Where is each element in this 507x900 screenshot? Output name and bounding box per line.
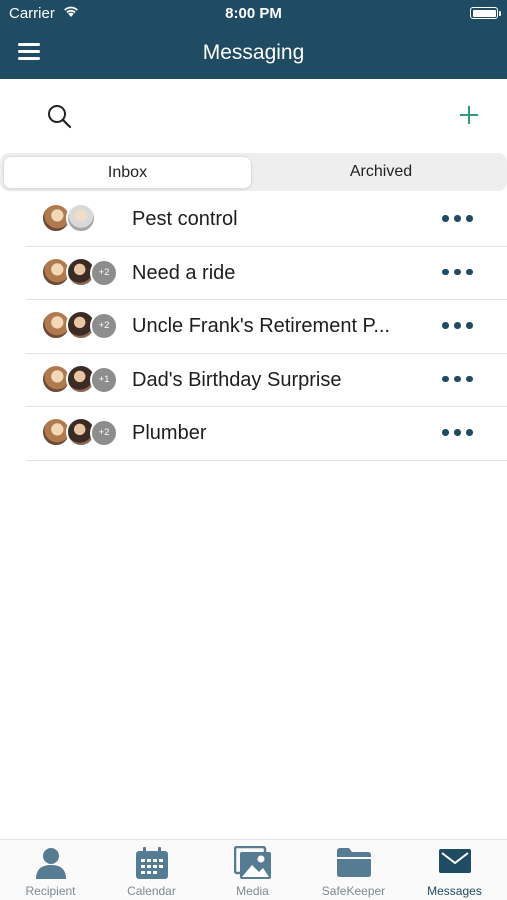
add-conversation-icon[interactable] (458, 104, 480, 126)
tab-label: Recipient (25, 884, 76, 898)
status-time: 8:00 PM (225, 5, 282, 22)
tab-media[interactable]: Media (202, 840, 303, 900)
more-options-icon[interactable] (440, 373, 474, 385)
bottom-tab-bar: Recipient Calendar Media SafeKeeper Mess… (0, 839, 507, 900)
battery-icon (470, 7, 498, 19)
extra-participants-badge: +2 (90, 258, 118, 287)
conversation-title: Pest control (132, 208, 238, 230)
conversation-list: Pest control +2 Need a ride +2 Uncle Fra… (0, 193, 507, 461)
search-icon[interactable] (46, 103, 72, 129)
app-header: Carrier 8:00 PM Messaging (0, 0, 507, 79)
tab-recipient[interactable]: Recipient (0, 840, 101, 900)
tab-label: Calendar (127, 884, 176, 898)
conversation-title: Need a ride (132, 261, 236, 284)
more-options-icon[interactable] (440, 426, 474, 438)
tab-calendar[interactable]: Calendar (101, 840, 202, 900)
battery-cap (499, 11, 501, 16)
envelope-icon (438, 849, 471, 873)
inbox-archived-segmented-control: Inbox Archived (0, 153, 507, 191)
folder-icon (336, 848, 371, 877)
conversation-row[interactable]: Pest control (0, 193, 507, 247)
extra-participants-badge: +1 (90, 365, 118, 394)
photos-icon (233, 846, 271, 879)
more-options-icon[interactable] (440, 212, 474, 224)
conversation-row[interactable]: +2 Need a ride (0, 247, 507, 301)
person-icon (35, 848, 66, 879)
conversation-title: Uncle Frank's Retirement P... (132, 315, 390, 337)
conversation-row[interactable]: +1 Dad's Birthday Surprise (0, 354, 507, 408)
tab-label: Media (236, 884, 269, 898)
more-options-icon[interactable] (440, 319, 474, 331)
conversation-title: Plumber (132, 422, 207, 444)
tab-messages[interactable]: Messages (404, 840, 505, 900)
extra-participants-badge: +2 (90, 419, 118, 447)
tab-label: Messages (427, 884, 482, 898)
page-title: Messaging (202, 41, 305, 64)
participant-avatar (66, 203, 96, 233)
conversation-title: Dad's Birthday Surprise (132, 368, 342, 391)
tab-safekeeper[interactable]: SafeKeeper (303, 840, 404, 900)
segment-inbox[interactable]: Inbox (3, 156, 252, 189)
tab-label: SafeKeeper (321, 884, 386, 898)
extra-participants-badge: +2 (90, 312, 118, 340)
segment-archived[interactable]: Archived (255, 156, 507, 189)
more-options-icon[interactable] (440, 266, 474, 278)
conversation-row[interactable]: +2 Uncle Frank's Retirement P... (0, 300, 507, 354)
calendar-icon (135, 847, 168, 879)
conversation-row[interactable]: +2 Plumber (0, 407, 507, 461)
